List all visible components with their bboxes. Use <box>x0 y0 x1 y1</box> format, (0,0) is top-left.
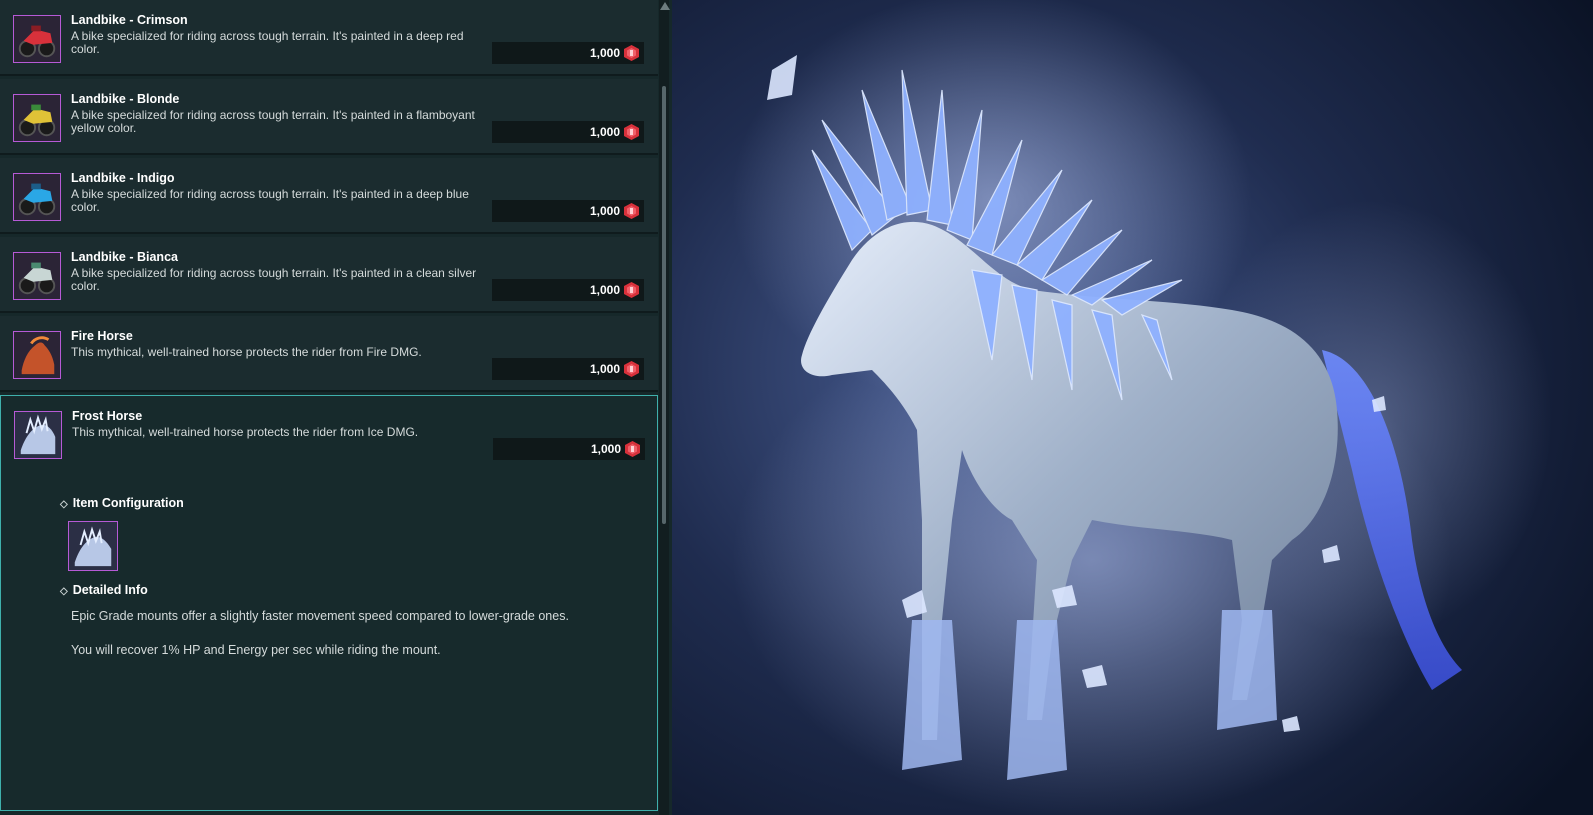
price-value: 1,000 <box>589 125 620 139</box>
list-item-fire-horse[interactable]: Fire Horse This mythical, well-trained h… <box>0 316 658 392</box>
price-value: 1,000 <box>589 283 620 297</box>
detailed-info-line: Epic Grade mounts offer a slightly faste… <box>71 609 569 623</box>
bianca-landbike-icon <box>13 252 61 300</box>
item-title: Frost Horse <box>72 409 143 423</box>
price-box: 1,000 <box>492 42 644 64</box>
price-value: 1,000 <box>589 46 620 60</box>
indigo-landbike-icon <box>13 173 61 221</box>
shop-list-panel: Landbike - Crimson A bike specialized fo… <box>0 0 672 815</box>
price-box: 1,000 <box>492 121 644 143</box>
item-title: Landbike - Bianca <box>71 250 178 264</box>
frost-horse-illustration <box>672 0 1593 815</box>
red-gem-icon <box>624 361 639 377</box>
diamond-bullet-icon: ◇ <box>60 499 68 510</box>
item-description: A bike specialized for riding across tou… <box>71 266 477 293</box>
price-box: 1,000 <box>492 200 644 222</box>
item-title: Landbike - Blonde <box>71 92 180 106</box>
mount-list: Landbike - Crimson A bike specialized fo… <box>0 0 658 815</box>
mount-3d-preview[interactable] <box>672 0 1593 815</box>
red-gem-icon <box>624 45 639 61</box>
item-title: Landbike - Indigo <box>71 171 175 185</box>
item-title: Landbike - Crimson <box>71 13 188 27</box>
frost-horse-icon[interactable] <box>68 521 118 571</box>
price-value: 1,000 <box>590 442 621 456</box>
red-gem-icon <box>624 203 639 219</box>
detailed-info-label: Detailed Info <box>72 583 148 597</box>
scroll-up-arrow-icon[interactable] <box>660 2 670 10</box>
price-box: 1,000 <box>493 438 645 460</box>
item-description: This mythical, well-trained horse protec… <box>72 425 419 439</box>
item-description: A bike specialized for riding across tou… <box>71 187 469 214</box>
red-gem-icon <box>624 282 639 298</box>
list-item-landbike-indigo[interactable]: Landbike - Indigo A bike specialized for… <box>0 158 658 234</box>
list-item-landbike-crimson[interactable]: Landbike - Crimson A bike specialized fo… <box>0 0 658 76</box>
list-item-frost-horse-selected[interactable]: Frost Horse This mythical, well-trained … <box>0 395 658 811</box>
detailed-info-line: You will recover 1% HP and Energy per se… <box>71 643 441 657</box>
item-configuration-label: Item Configuration <box>72 496 184 510</box>
frost-horse-icon <box>14 411 62 459</box>
scrollbar-thumb[interactable] <box>662 86 666 524</box>
list-item-landbike-bianca[interactable]: Landbike - Bianca A bike specialized for… <box>0 237 658 313</box>
item-title: Fire Horse <box>71 329 133 343</box>
item-configuration-header: ◇ Item Configuration <box>60 496 184 510</box>
price-box: 1,000 <box>492 279 644 301</box>
diamond-bullet-icon: ◇ <box>60 586 68 597</box>
list-item-landbike-blonde[interactable]: Landbike - Blonde A bike specialized for… <box>0 79 658 155</box>
fire-horse-icon <box>13 331 61 379</box>
price-box: 1,000 <box>492 358 644 380</box>
list-scrollbar[interactable] <box>659 0 670 815</box>
detailed-info-header: ◇ Detailed Info <box>60 583 148 597</box>
item-description: This mythical, well-trained horse protec… <box>71 345 422 359</box>
crimson-landbike-icon <box>13 15 61 63</box>
item-description: A bike specialized for riding across tou… <box>71 108 475 135</box>
item-description: A bike specialized for riding across tou… <box>71 29 464 56</box>
red-gem-icon <box>625 441 640 457</box>
price-value: 1,000 <box>589 204 620 218</box>
red-gem-icon <box>624 124 639 140</box>
price-value: 1,000 <box>589 362 620 376</box>
blonde-landbike-icon <box>13 94 61 142</box>
